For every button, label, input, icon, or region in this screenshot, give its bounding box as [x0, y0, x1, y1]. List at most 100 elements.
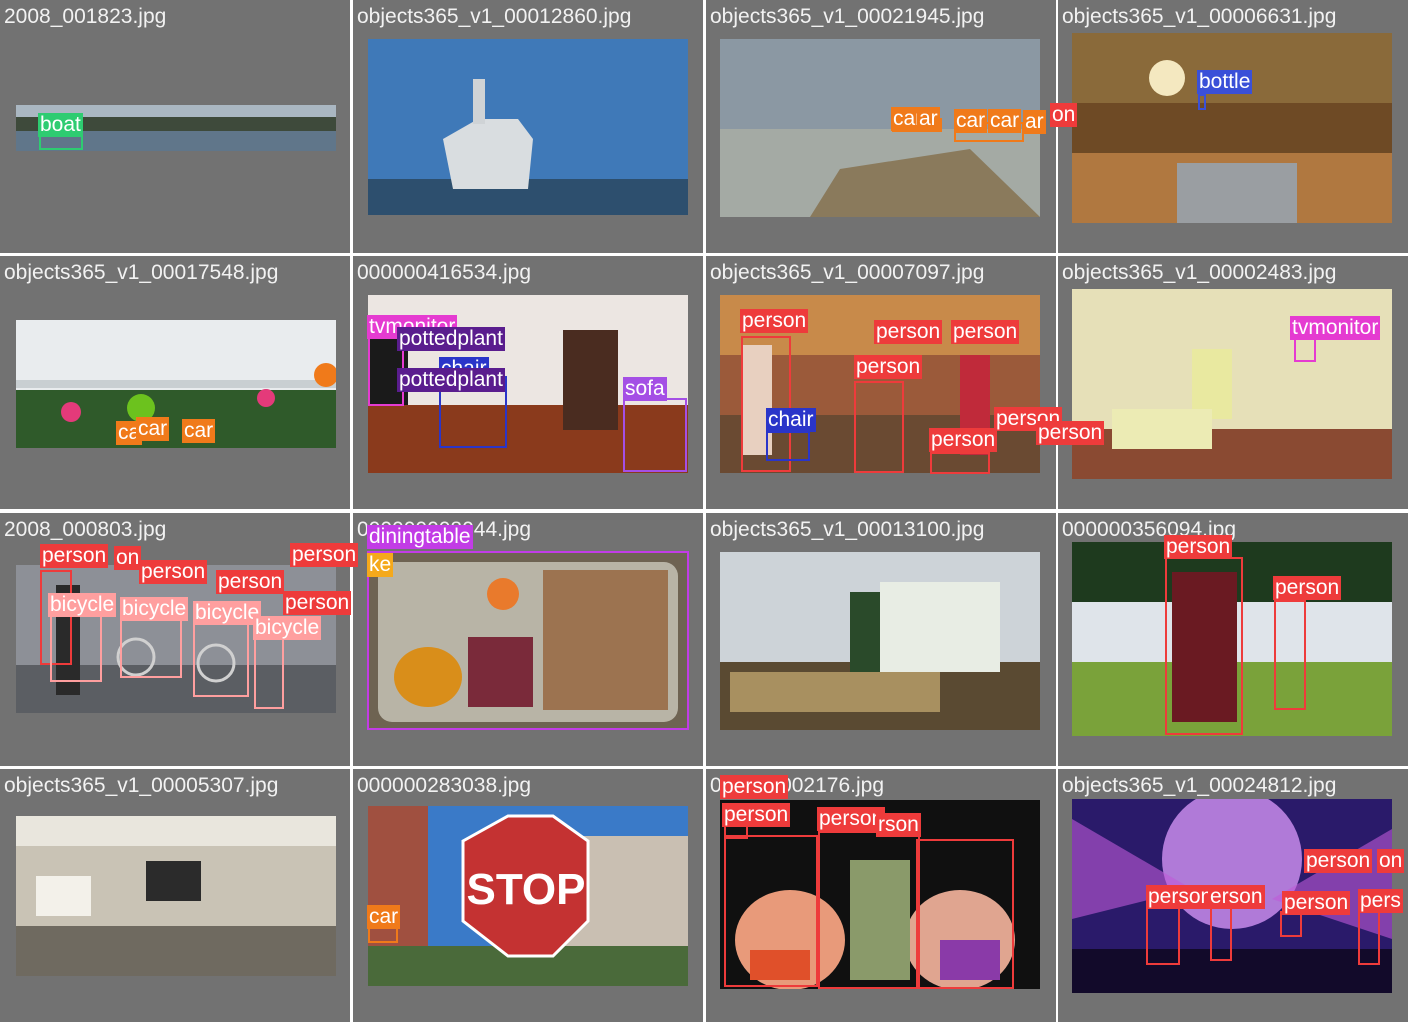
detection-label: ke [367, 553, 394, 577]
image-thumbnail: STOP [368, 806, 688, 986]
detection-label: person [1273, 576, 1342, 600]
detection-label: ar [1023, 110, 1046, 134]
detection-box [254, 637, 284, 709]
detection-label: person [740, 309, 809, 333]
detection-box [1274, 600, 1306, 710]
detection-label: person [40, 544, 109, 568]
detection-label: car [954, 109, 988, 133]
detection-box [1198, 94, 1206, 110]
detection-label: bottle [1197, 70, 1253, 94]
mosaic-cell-8: objects365_v1_00002483.jpg tvmonitor [1058, 256, 1408, 509]
detection-label: diningtable [367, 525, 473, 549]
detection-label: person [951, 320, 1020, 344]
detection-box [1358, 911, 1380, 965]
detection-box [766, 431, 810, 461]
stop-sign-text: STOP [466, 865, 585, 914]
mosaic-cell-4: objects365_v1_00006631.jpg bottle [1058, 0, 1408, 253]
detection-label: bicycle [48, 593, 117, 617]
detection-label: sofa [623, 377, 667, 401]
mosaic-cell-16: objects365_v1_00024812.jpg person erson … [1058, 769, 1408, 1022]
image-filename: 000000416534.jpg [357, 261, 532, 284]
image-thumbnail [1072, 33, 1392, 223]
detection-box [50, 610, 102, 682]
image-filename: 2008_000803.jpg [4, 518, 167, 541]
detection-label: person [929, 428, 998, 452]
image-filename: objects365_v1_00002483.jpg [1062, 261, 1337, 284]
image-filename: objects365_v1_00021945.jpg [710, 5, 985, 28]
detection-label: chair [766, 408, 816, 432]
mosaic-cell-3: objects365_v1_00021945.jpg car ar car ca… [706, 0, 1078, 253]
detection-label: car [136, 417, 170, 441]
detection-box [1146, 901, 1180, 965]
detection-label: person [1304, 849, 1373, 873]
mosaic-cell-7: objects365_v1_00007097.jpg person person… [706, 256, 1105, 509]
image-filename: objects365_v1_00024812.jpg [1062, 774, 1337, 797]
detection-label: pottedplant [397, 327, 505, 351]
detection-label: bicycle [253, 616, 322, 640]
image-filename: 000000283038.jpg [357, 774, 532, 797]
mosaic-cell-13: objects365_v1_00005307.jpg [0, 769, 350, 1022]
detection-label: pers [1358, 889, 1403, 913]
detection-label: boat [38, 113, 83, 137]
mosaic-cell-6: 000000416534.jpg tvmonitor pottedplant c… [353, 256, 703, 509]
detection-label: tvmonitor [1290, 316, 1381, 340]
detection-label: person [854, 355, 923, 379]
detection-label: car [988, 109, 1022, 133]
detection-box [623, 398, 687, 472]
detection-label: person [283, 591, 352, 615]
mosaic-cell-12: 000000356094.jpg person person [1058, 513, 1408, 766]
detection-label: person [722, 803, 791, 827]
detection-label: person [216, 570, 285, 594]
detection-box [854, 381, 904, 473]
detection-label: ar [917, 107, 940, 131]
detection-box [818, 831, 920, 989]
detection-label: bicycle [120, 597, 189, 621]
image-filename: objects365_v1_00007097.jpg [710, 261, 985, 284]
detection-box [1210, 907, 1232, 961]
image-filename: objects365_v1_00006631.jpg [1062, 5, 1337, 28]
detection-label: person [139, 560, 208, 584]
detection-label: pottedplant [397, 368, 505, 392]
detection-label: on [1377, 849, 1405, 873]
detection-label: rson [876, 813, 921, 837]
mosaic-cell-15: 000000002176.jpg person person person rs… [706, 769, 1056, 1022]
detection-label: person [290, 543, 359, 567]
detection-label: person [1164, 535, 1233, 559]
mosaic-cell-10: 000000008044.jpg diningtable ke [353, 513, 703, 766]
detection-label: on [1050, 103, 1078, 127]
detection-label: bicycle [193, 601, 262, 625]
detection-label: car [367, 905, 401, 929]
detection-box [930, 452, 990, 474]
detection-box [367, 551, 689, 730]
detection-label: person [1282, 891, 1351, 915]
detection-label: person [817, 807, 886, 831]
mosaic-cell-9: 2008_000803.jpg person on person person … [0, 513, 359, 766]
detection-box [916, 839, 1014, 989]
image-filename: objects365_v1_00012860.jpg [357, 5, 632, 28]
image-filename: objects365_v1_00017548.jpg [4, 261, 279, 284]
detection-label: person [1036, 421, 1105, 445]
detection-label: person [874, 320, 943, 344]
mosaic-cell-1: 2008_001823.jpg boat [0, 0, 350, 253]
detection-box [1294, 338, 1316, 362]
mosaic-cell-5: objects365_v1_00017548.jpg ca car car [0, 256, 350, 509]
image-thumbnail [16, 320, 336, 448]
detection-label: erson [1208, 885, 1265, 909]
detection-label: on [114, 546, 142, 570]
image-thumbnail [368, 39, 688, 215]
detection-box [120, 616, 182, 678]
detection-label: person [1146, 885, 1215, 909]
detection-box [1165, 557, 1243, 735]
mosaic-cell-2: objects365_v1_00012860.jpg [353, 0, 703, 253]
image-filename: objects365_v1_00013100.jpg [710, 518, 985, 541]
image-filename: objects365_v1_00005307.jpg [4, 774, 279, 797]
detection-label: person [720, 775, 789, 799]
image-thumbnail [16, 816, 336, 976]
image-filename: 2008_001823.jpg [4, 5, 167, 28]
image-thumbnail [720, 552, 1040, 730]
detection-box [724, 835, 818, 987]
detection-label: car [182, 419, 216, 443]
mosaic-cell-11: objects365_v1_00013100.jpg [706, 513, 1056, 766]
mosaic-cell-14: 000000283038.jpg STOP car [353, 769, 703, 1022]
detection-box [193, 623, 249, 697]
